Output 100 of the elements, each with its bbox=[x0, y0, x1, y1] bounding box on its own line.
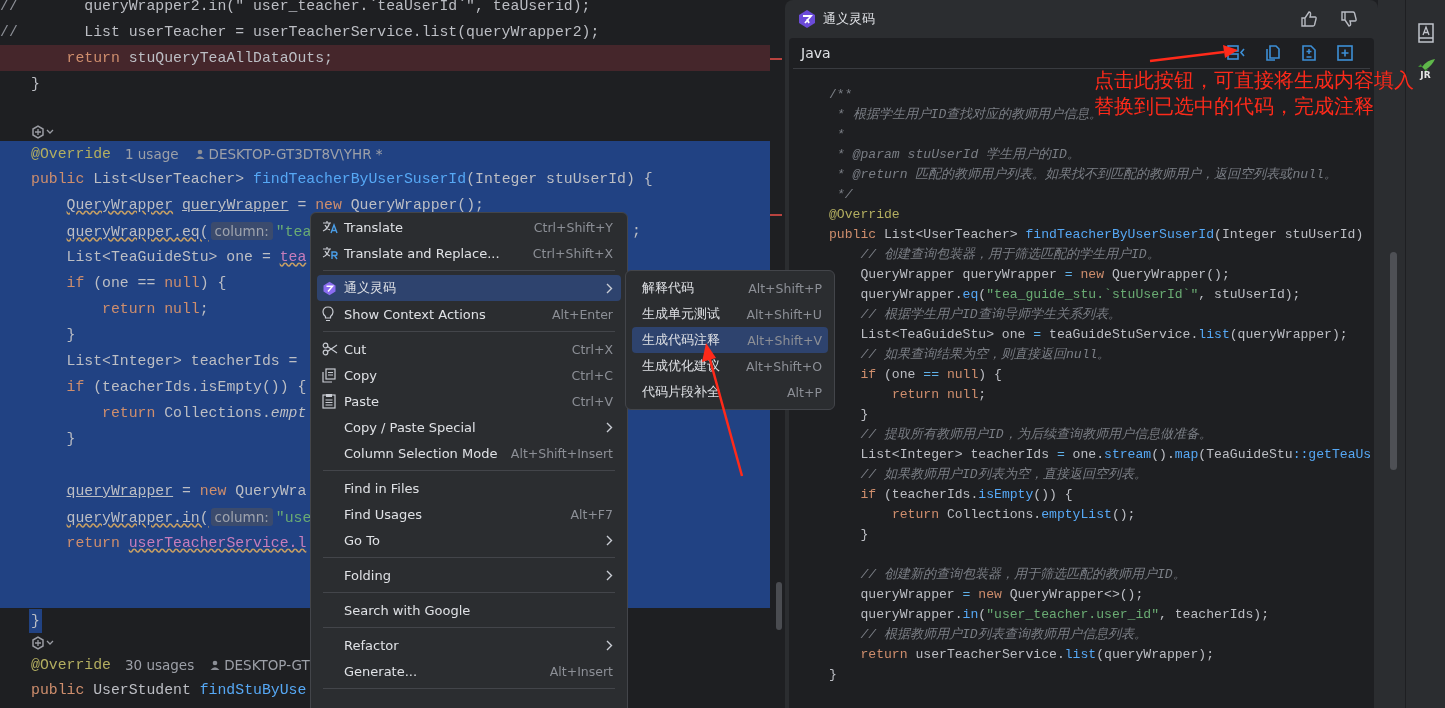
code-line: if (one == null) { bbox=[859, 366, 1002, 382]
scrollbar-thumb[interactable] bbox=[776, 582, 782, 630]
annotation-text: 点击此按钮，可直接将生成内容填入 bbox=[1094, 67, 1414, 93]
language-label: Java bbox=[801, 45, 831, 61]
code-line: if (teacherIds.isEmpty()) { bbox=[859, 486, 1073, 502]
code-text: ; bbox=[632, 223, 641, 239]
code-line: /** bbox=[829, 86, 853, 102]
menu-item[interactable]: Translate and Replace... Ctrl+Shift+X bbox=[317, 240, 621, 266]
code-line: QueryWrapper queryWrapper = new QueryWrapper(); bbox=[65, 197, 484, 213]
code-line: queryWrapper.eq("tea_guide_stu.`stuUserId`", stuUserId); bbox=[859, 286, 1301, 302]
logo-icon bbox=[322, 280, 337, 296]
scrollbar-thumb[interactable] bbox=[1390, 252, 1397, 470]
code-line: queryWrapper2.in(" user_teacher.`teaUserId`", teaUserid); bbox=[83, 0, 591, 14]
chevron-right-icon bbox=[606, 282, 613, 294]
code-line: */ bbox=[835, 186, 853, 202]
book-icon[interactable] bbox=[1415, 22, 1436, 44]
menu-item[interactable]: Refactor bbox=[317, 632, 621, 658]
person-icon bbox=[194, 148, 205, 159]
plugin-label: JR bbox=[1420, 71, 1431, 80]
ai-fold-icon[interactable] bbox=[30, 125, 56, 139]
code-line: queryWrapper.in("user_teacher.user_id", teacherIds); bbox=[859, 606, 1270, 622]
menu-item[interactable]: Cut Ctrl+X bbox=[317, 336, 621, 362]
code-line: return null; bbox=[890, 386, 987, 402]
annotation-text: @Override bbox=[31, 656, 111, 673]
comment-marker: // bbox=[0, 0, 18, 14]
code-line: if (one == null) { bbox=[65, 275, 227, 291]
code-line: } bbox=[859, 526, 869, 542]
code-line: public List<UserTeacher> findTeacherByUserSuserId(Integer stuUserId) bbox=[829, 226, 1364, 242]
menu-item[interactable]: 通义灵码 bbox=[317, 275, 621, 301]
code-line: List<TeaGuideStu> one = teaGuideStuService.list(queryWrapper); bbox=[859, 326, 1348, 342]
person-icon bbox=[210, 659, 221, 670]
menu-item[interactable]: Generate... Alt+Insert bbox=[317, 658, 621, 684]
menu-item[interactable]: Paste Ctrl+V bbox=[317, 388, 621, 414]
ai-fold-icon[interactable] bbox=[30, 636, 56, 650]
code-line: queryWrapper = new QueryWrapper<>(); bbox=[859, 586, 1144, 602]
menu-item[interactable]: Find in Files bbox=[317, 475, 621, 501]
lightbulb-icon bbox=[322, 306, 334, 322]
code-line: List userTeacher = userTeacherService.list(queryWrapper2); bbox=[83, 24, 600, 40]
code-line: QueryWrapper queryWrapper = new QueryWrapper(); bbox=[859, 266, 1230, 282]
author-text: DESKTOP-GT bbox=[224, 656, 310, 673]
menu-item[interactable]: 生成代码注释 Alt+Shift+V bbox=[632, 327, 828, 353]
comment-marker: // bbox=[0, 24, 18, 40]
menu-item[interactable]: Search with Google bbox=[317, 597, 621, 623]
code-line: // 创建新的查询包装器，用于筛选匹配的教师用户ID。 bbox=[859, 566, 1186, 583]
code-line: List<Integer> teacherIds = bbox=[65, 353, 298, 369]
code-line: return null; bbox=[101, 301, 209, 317]
code-line: // 创建查询包装器，用于筛选匹配的学生用户ID。 bbox=[859, 246, 1160, 263]
usages-link[interactable]: 30 usages bbox=[124, 656, 195, 673]
menu-item[interactable]: Go To bbox=[317, 527, 621, 553]
code-line: // 根据教师用户ID列表查询教师用户信息列表。 bbox=[859, 626, 1147, 643]
chevron-right-icon bbox=[606, 534, 613, 546]
menu-item[interactable]: Show Context Actions Alt+Enter bbox=[317, 301, 621, 327]
code-line: return userTeacherService.list(queryWrapper); bbox=[859, 646, 1215, 662]
menu-item[interactable]: 解释代码 Alt+Shift+P bbox=[632, 275, 828, 301]
code-line: public List<UserTeacher> findTeacherByUserSuserId(Integer stuUserId) { bbox=[31, 171, 653, 187]
chevron-right-icon bbox=[606, 639, 613, 651]
menu-item[interactable]: Copy / Paste Special bbox=[317, 414, 621, 440]
translate-icon bbox=[322, 220, 338, 234]
code-line: } bbox=[829, 666, 837, 682]
code-line: } bbox=[65, 431, 76, 447]
menu-item[interactable]: Translate Ctrl+Shift+Y bbox=[317, 214, 621, 240]
annotation-text: @Override bbox=[31, 145, 111, 162]
menu-item[interactable]: Copy Ctrl+C bbox=[317, 362, 621, 388]
code-line: List<Integer> teacherIds = one.stream().map(TeaGuideStu::getTeaUs bbox=[859, 446, 1372, 462]
code-line: // 如果查询结果为空，则直接返回null。 bbox=[859, 346, 1111, 363]
code-line: * @return 匹配的教师用户列表。如果找不到匹配的教师用户，返回空列表或null。 bbox=[835, 166, 1337, 183]
menu-item[interactable]: 生成单元测试 Alt+Shift+U bbox=[632, 301, 828, 327]
rocket-plugin-button[interactable]: JR bbox=[1414, 58, 1437, 80]
code-line: return stuQueryTeaAllDataOuts; bbox=[65, 50, 333, 66]
add-file-icon[interactable] bbox=[1334, 42, 1356, 64]
assistant-title: 通义灵码 bbox=[823, 10, 875, 28]
menu-item[interactable]: Find Usages Alt+F7 bbox=[317, 501, 621, 527]
code-line: return Collections.empt bbox=[101, 405, 307, 421]
copy-icon bbox=[322, 367, 336, 383]
code-line: * bbox=[835, 126, 845, 142]
scissors-icon bbox=[322, 342, 338, 356]
author-text: DESKTOP-GT3DT8V\YHR * bbox=[208, 145, 383, 162]
code-line: if (teacherIds.isEmpty()) { bbox=[65, 379, 307, 395]
code-line: public UserStudent findStuByUse bbox=[31, 682, 307, 698]
thumbs-down-icon bbox=[1340, 10, 1358, 28]
code-line: return Collections.emptyList(); bbox=[890, 506, 1136, 522]
code-line: // 提取所有教师用户ID，为后续查询教师用户信息做准备。 bbox=[859, 426, 1212, 443]
translate-icon bbox=[322, 246, 338, 260]
chevron-right-icon bbox=[606, 421, 613, 433]
code-line: queryWrapper.eq( column: "tea bbox=[65, 222, 312, 240]
code-line: List<TeaGuideStu> one = tea bbox=[65, 249, 307, 265]
thumbs-up-icon bbox=[1300, 10, 1318, 28]
code-line: @Override bbox=[829, 206, 900, 222]
logo-icon bbox=[797, 9, 817, 29]
code-line: } bbox=[859, 406, 869, 422]
code-line: return userTeacherService.l bbox=[65, 535, 307, 551]
menu-item[interactable]: Column Selection Mode Alt+Shift+Insert bbox=[317, 440, 621, 466]
code-line: // 如果教师用户ID列表为空，直接返回空列表。 bbox=[859, 466, 1147, 483]
code-line: } bbox=[31, 76, 40, 92]
menu-item[interactable]: Folding bbox=[317, 562, 621, 588]
clipboard-icon bbox=[322, 393, 336, 409]
code-line: // 根据学生用户ID查询导师学生关系列表。 bbox=[859, 306, 1121, 323]
code-line: * @param stuUserId 学生用户的ID。 bbox=[835, 146, 1080, 163]
code-line: } bbox=[65, 327, 76, 343]
usages-link[interactable]: 1 usage bbox=[124, 145, 179, 162]
